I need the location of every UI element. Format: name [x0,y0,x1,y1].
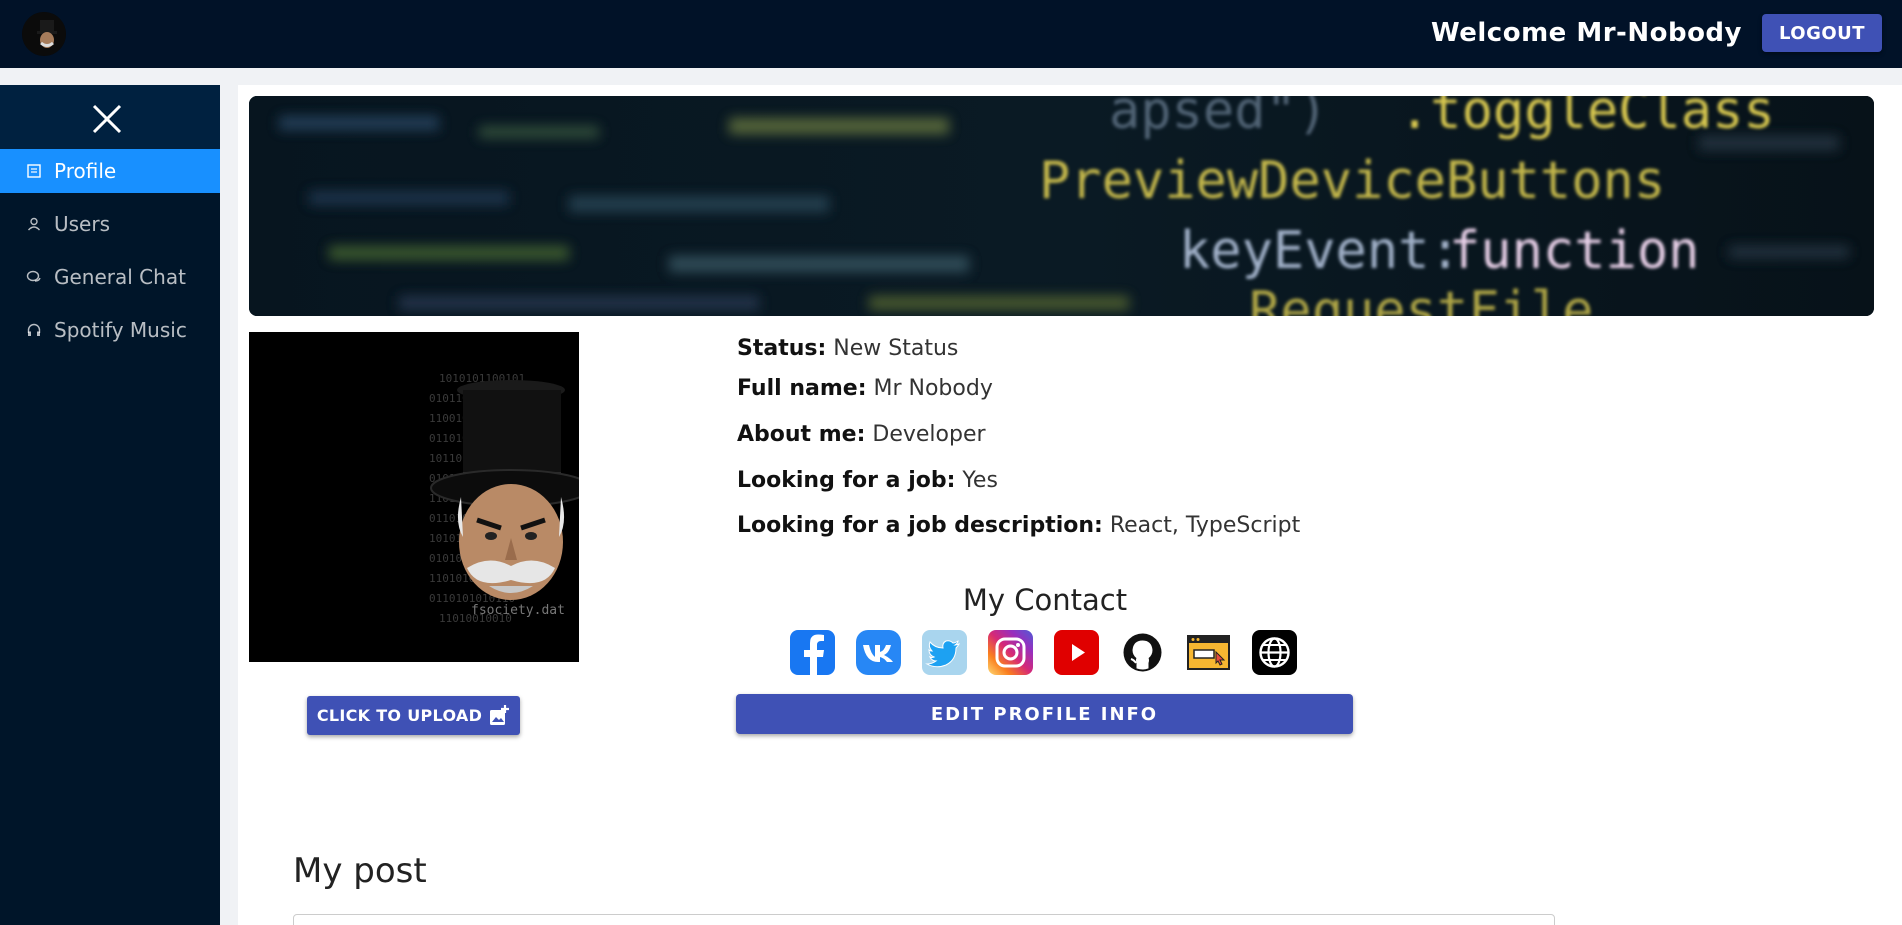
about-label: About me: [737,422,866,447]
svg-text:RequestFile: RequestFile [1249,281,1593,316]
about-row: About me: Developer [737,422,986,447]
photo-caption: fsociety.dat [471,603,565,618]
social-links [790,630,1297,675]
upload-button-label: CLICK TO UPLOAD [316,706,483,725]
job-description-label: Looking for a job description: [737,513,1103,538]
svg-text:.toggleClass: .toggleClass [1399,96,1775,141]
vk-icon[interactable] [856,630,901,675]
twitter-icon[interactable] [922,630,967,675]
add-photo-icon [490,704,510,725]
globe-icon[interactable] [1252,630,1297,675]
svg-text:keyEvent:: keyEvent: [1179,221,1461,281]
sidebar-item-label: Profile [54,159,117,183]
website-icon[interactable] [1186,630,1231,675]
job-description-value: React, TypeScript [1109,513,1301,538]
my-post-title: My post [293,851,427,891]
status-value[interactable]: New Status [833,336,958,361]
status-row: Status: New Status [737,336,958,361]
sidebar: Profile Users General Chat Spotify Music [0,85,220,925]
chat-icon [26,270,41,282]
sidebar-item-label: General Chat [54,265,186,289]
new-post-input[interactable] [293,914,1555,925]
headphones-icon [27,323,41,336]
top-header: Welcome Mr-Nobody LOGOUT [0,0,1902,68]
about-value: Developer [872,422,986,447]
job-description-row: Looking for a job description: React, Ty… [737,513,1300,538]
job-label: Looking for a job: [737,468,956,493]
instagram-icon[interactable] [988,630,1033,675]
profile-icon [27,164,41,178]
sidebar-menu: Profile Users General Chat Spotify Music [0,149,220,352]
welcome-text: Welcome Mr-Nobody [1431,18,1742,48]
github-icon[interactable] [1120,630,1165,675]
sidebar-header [0,85,220,149]
status-label: Status: [737,336,827,361]
sidebar-item-spotify-music[interactable]: Spotify Music [0,308,220,352]
edit-profile-button[interactable]: EDIT PROFILE INFO [736,694,1353,734]
fullname-value: Mr Nobody [873,376,993,401]
job-row: Looking for a job: Yes [737,468,998,493]
job-value: Yes [962,468,998,493]
sidebar-item-label: Users [54,212,111,236]
youtube-icon[interactable] [1054,630,1099,675]
logout-button[interactable]: LOGOUT [1762,14,1882,52]
user-icon [27,217,41,231]
sidebar-item-general-chat[interactable]: General Chat [0,255,220,299]
profile-banner: apsed") .toggleClass PreviewDeviceButton… [249,96,1874,316]
contact-title: My Contact [962,583,1128,617]
svg-text:function: function [1449,221,1699,281]
close-icon[interactable] [91,103,123,135]
svg-text:apsed"): apsed") [1109,96,1328,141]
svg-text:PreviewDeviceButtons: PreviewDeviceButtons [1039,151,1665,211]
profile-photo: 1010101100101 0101100101011 110010101001… [249,332,579,662]
sidebar-item-users[interactable]: Users [0,202,220,246]
user-avatar[interactable] [22,12,66,56]
sidebar-item-profile[interactable]: Profile [0,149,220,193]
sidebar-item-label: Spotify Music [54,318,187,342]
fullname-label: Full name: [737,376,867,401]
fullname-row: Full name: Mr Nobody [737,376,993,401]
facebook-icon[interactable] [790,630,835,675]
upload-photo-button[interactable]: CLICK TO UPLOAD [307,696,520,735]
